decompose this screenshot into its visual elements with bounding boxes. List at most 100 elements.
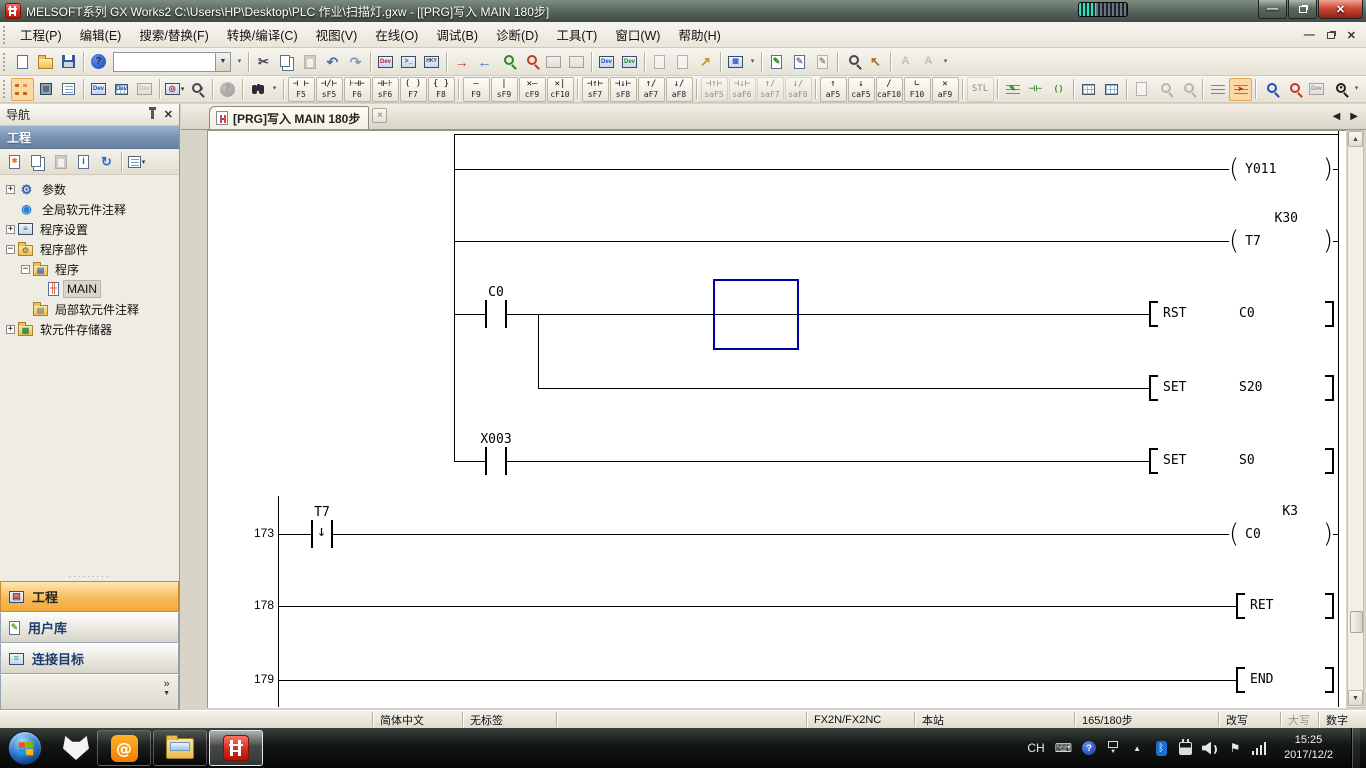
tree-item-MAIN[interactable]: ╫MAIN [0, 279, 179, 299]
edit-coil-icon[interactable]: ( ) [1047, 78, 1070, 101]
watch-start-icon[interactable] [542, 50, 565, 73]
help-tray-icon[interactable]: ? [1082, 738, 1096, 758]
ladder-symbol-aF5[interactable]: ↑aF5 [820, 77, 847, 102]
window-split-icon[interactable]: ▦ [724, 50, 747, 73]
contact-C0[interactable] [485, 300, 507, 328]
scroll-up-icon[interactable]: ▲ [1348, 131, 1363, 147]
refresh-icon[interactable]: ↻ [95, 150, 118, 173]
ladder-symbol-F5[interactable]: ⊣ ⊢F5 [288, 77, 315, 102]
bluetooth-icon[interactable]: ᛒ [1154, 738, 1168, 758]
ladder-symbol-saF5[interactable]: ⊣↑⊢saF5 [701, 77, 728, 102]
ladder-symbol-F9[interactable]: —F9 [463, 77, 490, 102]
expand-icon[interactable]: + [6, 325, 15, 334]
ladder-symbol-saF7[interactable]: ↑/saF7 [757, 77, 784, 102]
taskbar-clock[interactable]: 15:25 2017/12/2 [1276, 733, 1341, 763]
device-search-icon[interactable]: ▾ [186, 78, 209, 101]
dev-comment-blue-icon[interactable]: Dev [595, 50, 618, 73]
foobar2000-icon[interactable] [56, 730, 96, 766]
function-block-icon[interactable] [34, 78, 57, 101]
edit-contact-icon[interactable]: ⊣⊢ [1024, 78, 1047, 101]
panel-splitter[interactable]: ········· [0, 571, 179, 581]
wire-insert-icon[interactable]: ➤ [1229, 78, 1252, 101]
volume-icon[interactable] [1202, 738, 1218, 758]
monitor-stop-icon[interactable] [519, 50, 542, 73]
paste-data-icon[interactable] [49, 150, 72, 173]
statement-icon[interactable] [648, 50, 671, 73]
copy-data-icon[interactable] [26, 150, 49, 173]
window-jump-icon[interactable]: ↖ [864, 50, 887, 73]
uc-browser-button[interactable]: @ [97, 730, 151, 766]
coil-T7[interactable]: (T7) [1229, 225, 1333, 257]
find-contact-coil-icon[interactable] [1259, 78, 1282, 101]
plc-write-icon[interactable]: → [450, 50, 473, 73]
find-binoculars-icon[interactable] [246, 78, 269, 101]
dev-ccl-icon[interactable]: Dev [133, 78, 156, 101]
device-combobox[interactable]: ▼ [113, 52, 231, 72]
expand-icon[interactable]: + [6, 225, 15, 234]
ladder-symbol-aF7[interactable]: ↑/aF7 [638, 77, 665, 102]
project-view-button[interactable]: ▤工程 [0, 581, 179, 612]
ladder-symbol-sF5[interactable]: ⊣/⊢sF5 [316, 77, 343, 102]
save-project-icon[interactable] [57, 50, 80, 73]
coil-batch-icon[interactable] [1100, 78, 1123, 101]
navigation-close-icon[interactable]: ✕ [164, 108, 173, 121]
monitor-screen-icon[interactable]: >_ [397, 50, 420, 73]
menu-工具[interactable]: 工具(T) [547, 24, 606, 46]
display-tray-icon[interactable]: ▼ [1106, 738, 1120, 758]
help-icon[interactable]: ? [87, 50, 110, 73]
mdi-restore-icon[interactable] [1327, 32, 1335, 39]
ladder-canvas[interactable]: 173178179(Y011)(T7)K30C0RSTC0SETS20X003S… [207, 130, 1346, 708]
help-dim-icon[interactable]: ? [216, 78, 239, 101]
connection-destination-button[interactable]: ≈连接目标 [0, 643, 179, 674]
ladder-edit-read-icon[interactable]: ✎ [788, 50, 811, 73]
show-hidden-icons[interactable]: ▲ [1130, 738, 1144, 758]
instruction-RET[interactable]: RET [1250, 598, 1273, 613]
find-dim1-icon[interactable] [1153, 78, 1176, 101]
combobox-dropdown-icon[interactable]: ▼ [215, 53, 230, 71]
action-center-icon[interactable]: ⚑ [1228, 738, 1242, 758]
menu-视图[interactable]: 视图(V) [307, 24, 367, 46]
tree-item-软元件存储器[interactable]: +▦软元件存储器 [0, 319, 179, 339]
menu-工程[interactable]: 工程(P) [11, 24, 71, 46]
contact-X003[interactable] [485, 447, 507, 475]
tree-item-程序[interactable]: −▤程序 [0, 259, 179, 279]
scroll-down-icon[interactable]: ▼ [1348, 690, 1363, 706]
label-setting-icon[interactable]: A [894, 50, 917, 73]
ladder-symbol-aF9[interactable]: ✕aF9 [932, 77, 959, 102]
new-data-icon[interactable]: ✱ [3, 150, 26, 173]
tree-item-参数[interactable]: +⚙参数 [0, 179, 179, 199]
menu-调试[interactable]: 调试(B) [427, 24, 487, 46]
instruction-RST[interactable]: RST [1163, 306, 1186, 321]
toolbar-overflow-icon[interactable]: ▾ [1351, 78, 1362, 100]
ladder-symbol-sF8[interactable]: ⊣↓⊢sF8 [610, 77, 637, 102]
close-button[interactable]: ✕ [1318, 0, 1363, 19]
ladder-edit-dim-icon[interactable]: ✎ [811, 50, 834, 73]
property-icon[interactable]: i [72, 150, 95, 173]
plc-read-icon[interactable]: ← [473, 50, 496, 73]
instruction-END[interactable]: END [1250, 672, 1273, 687]
minimize-button[interactable]: — [1258, 0, 1287, 19]
zoom-ratio-icon[interactable]: ● [1328, 78, 1351, 101]
paste-icon[interactable] [298, 50, 321, 73]
tree-item-程序部件[interactable]: −⚙程序部件 [0, 239, 179, 259]
user-library-button[interactable]: ✎用户库 [0, 612, 179, 643]
tab-scroll-right-icon[interactable]: ▶ [1350, 111, 1358, 122]
undo-icon[interactable]: ↶ [321, 50, 344, 73]
ladder-symbol-F10[interactable]: ∟F10 [904, 77, 931, 102]
dev-comment-icon[interactable]: Dev [87, 78, 110, 101]
sort-icon[interactable]: ▾ [125, 150, 148, 173]
note-icon[interactable] [671, 50, 694, 73]
network-icon[interactable] [1252, 738, 1266, 758]
tree-item-程序设置[interactable]: +≡程序设置 [0, 219, 179, 239]
toolbar-overflow-icon[interactable]: ▾ [940, 51, 951, 73]
find-dim2-icon[interactable] [1176, 78, 1199, 101]
ladder-symbol-caF5[interactable]: ↓caF5 [848, 77, 875, 102]
coil-Y011[interactable]: (Y011) [1229, 153, 1333, 185]
tree-item-局部软元件注释[interactable]: ▤局部软元件注释 [0, 299, 179, 319]
search-magnifier-icon[interactable] [841, 50, 864, 73]
input-language-indicator[interactable]: CH [1027, 738, 1044, 758]
cut-icon[interactable]: ✂ [252, 50, 275, 73]
write-to-plc-icon[interactable]: Dev [374, 50, 397, 73]
wire-mode-icon[interactable] [1206, 78, 1229, 101]
keyboard-icon[interactable]: ⌨ [1055, 738, 1072, 758]
